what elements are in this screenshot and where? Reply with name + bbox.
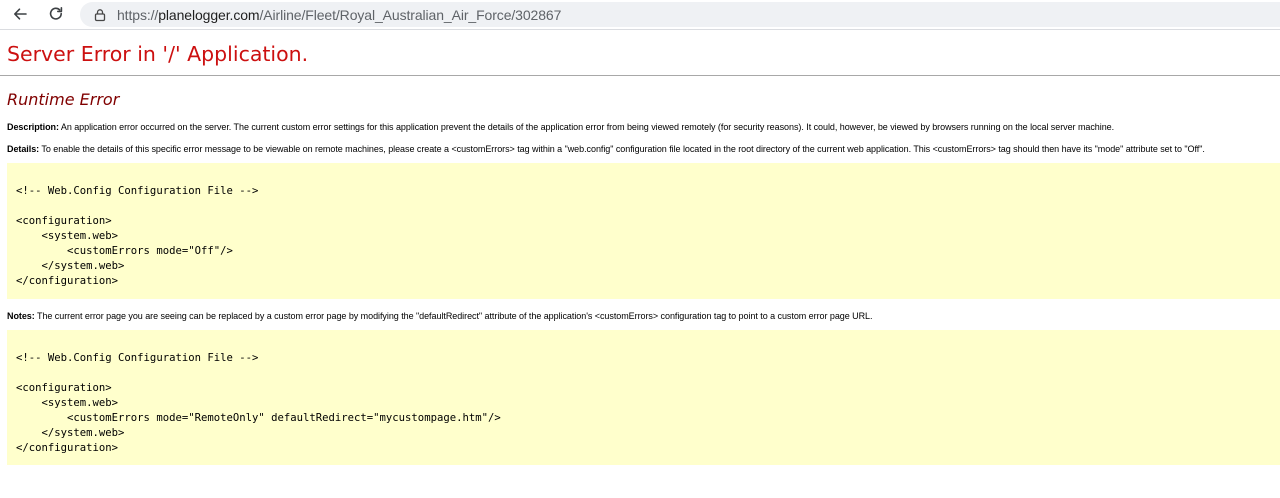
- reload-icon: [49, 7, 63, 20]
- details-paragraph: Details: To enable the details of this s…: [7, 144, 1205, 154]
- notes-paragraph: Notes: The current error page you are se…: [7, 311, 873, 321]
- description-text: An application error occurred on the ser…: [58, 122, 1115, 132]
- page-content: Server Error in '/' Application. Runtime…: [0, 29, 1280, 498]
- error-subtitle: Runtime Error: [7, 90, 120, 109]
- description-paragraph: Description: An application error occurr…: [7, 122, 1114, 132]
- url-host: planelogger.com: [158, 6, 260, 23]
- page-title: Server Error in '/' Application.: [7, 42, 309, 66]
- title-divider: [0, 75, 1280, 76]
- details-text: To enable the details of this specific e…: [39, 144, 1205, 154]
- code-text-config-remoteonly: <!-- Web.Config Configuration File --> <…: [16, 352, 501, 454]
- code-block-config-off: <!-- Web.Config Configuration File --> <…: [7, 163, 1280, 299]
- description-label: Description:: [7, 122, 59, 132]
- details-label: Details:: [7, 144, 40, 154]
- arrow-left-icon: [14, 8, 27, 20]
- url-text[interactable]: https://planelogger.com/Airline/Fleet/Ro…: [117, 7, 561, 23]
- code-text-config-off: <!-- Web.Config Configuration File --> <…: [16, 185, 259, 287]
- site-info-icon[interactable]: [92, 7, 108, 23]
- browser-toolbar: https://planelogger.com/Airline/Fleet/Ro…: [0, 0, 1280, 29]
- reload-button[interactable]: [44, 3, 68, 25]
- notes-text: The current error page you are seeing ca…: [34, 311, 873, 321]
- url-path: /Airline/Fleet/Royal_Australian_Air_Forc…: [259, 6, 562, 23]
- back-button[interactable]: [8, 3, 32, 25]
- url-prefix: https://: [117, 6, 159, 23]
- address-bar[interactable]: https://planelogger.com/Airline/Fleet/Ro…: [80, 2, 1280, 27]
- notes-label: Notes:: [7, 311, 35, 321]
- code-block-config-remoteonly: <!-- Web.Config Configuration File --> <…: [7, 330, 1280, 465]
